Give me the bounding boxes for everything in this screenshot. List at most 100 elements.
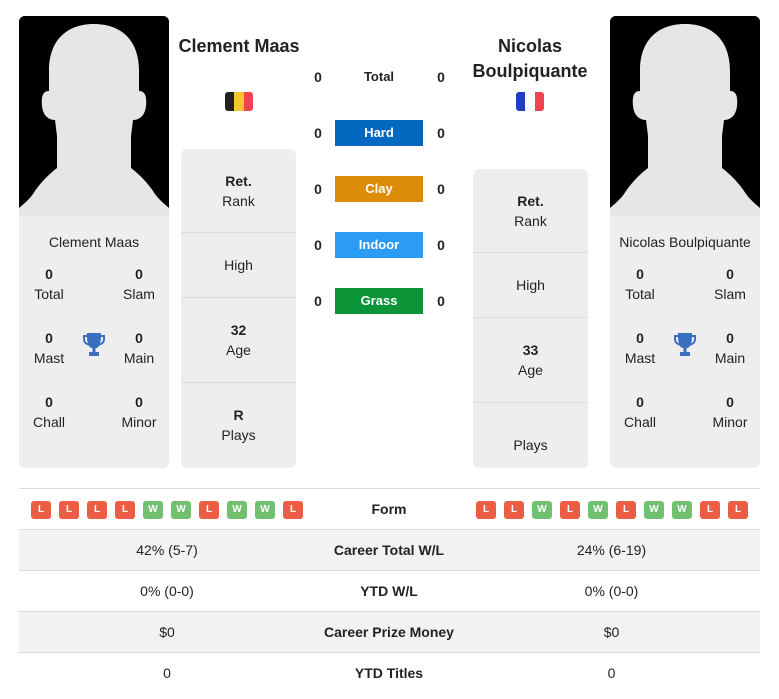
titles-slam-left: 0 Slam [123, 266, 155, 302]
age-cell-right: 33 Age [473, 318, 588, 403]
titles-grid-right: 0 Total 0 Slam 0 Mast 0 Main 0 Chall 0 Minor [610, 264, 760, 464]
form-badge-win[interactable]: W [532, 501, 552, 519]
player-photo-left [19, 16, 169, 216]
rank-cell-right: Ret. Rank [473, 169, 588, 253]
h2h-left-value: 0 [314, 125, 322, 141]
stat-left-value: 42% (5-7) [136, 542, 198, 558]
form-badge-loss[interactable]: L [87, 501, 107, 519]
h2h-right-value: 0 [437, 125, 445, 141]
player-card-left: Clement Maas 0 Total 0 Slam 0 Mast 0 Main 0C… [19, 16, 169, 468]
h2h-row-hard: 0 Hard 0 [300, 120, 460, 146]
form-badge-loss[interactable]: L [700, 501, 720, 519]
stats-table: LLLLWWLWWL Form LLWLWLWWLL 42% (5-7) Car… [19, 488, 760, 693]
h2h-row-clay: 0 Clay 0 [300, 176, 460, 202]
stat-row-ytd-wl: 0% (0-0) YTD W/L 0% (0-0) [19, 570, 760, 611]
high-cell-right: High [473, 253, 588, 318]
form-badge-loss[interactable]: L [476, 501, 496, 519]
stat-right-value: 24% (6-19) [576, 542, 647, 558]
form-badge-loss[interactable]: L [283, 501, 303, 519]
stat-row-career-total-wl: 42% (5-7) Career Total W/L 24% (6-19) [19, 529, 760, 570]
france-flag-icon [516, 92, 544, 111]
stat-right-value: 0 [607, 665, 616, 681]
h2h-row-total: 0 Total 0 [300, 64, 460, 90]
titles-total-right: 0 Total [625, 266, 655, 302]
plays-cell-left: R Plays [221, 407, 256, 443]
h2h-right-value: 0 [437, 181, 445, 197]
stat-left-value: 0% (0-0) [140, 583, 194, 599]
flag-stripe [525, 92, 535, 111]
plays-cell-right: Plays [513, 437, 548, 453]
surface-badge-indoor[interactable]: Indoor [335, 232, 423, 258]
h2h-row-indoor: 0 Indoor 0 [300, 232, 460, 258]
player-name-left[interactable]: Clement Maas [174, 34, 304, 59]
flag-stripe [534, 92, 544, 111]
trophy-icon [83, 333, 105, 356]
h2h-row-grass: 0 Grass 0 [300, 288, 460, 314]
form-badges-left: LLLLWWLWWL [31, 501, 303, 519]
form-badge-win[interactable]: W [227, 501, 247, 519]
titles-total-left: 0 Total [34, 266, 64, 302]
stat-row-ytd-titles: 0 YTD Titles 0 [19, 652, 760, 693]
stat-label: YTD W/L [360, 583, 418, 599]
form-badge-win[interactable]: W [644, 501, 664, 519]
form-badge-loss[interactable]: L [728, 501, 748, 519]
titles-grid-left: 0 Total 0 Slam 0 Mast 0 Main 0 Chall 0 Minor [19, 264, 169, 464]
titles-mast-right: 0 Mast [624, 330, 656, 366]
form-row: LLLLWWLWWL Form LLWLWLWWLL [19, 488, 760, 529]
titles-main-left: 0 Main [123, 330, 155, 366]
avatar-silhouette-icon [610, 16, 760, 216]
stat-right-value: $0 [603, 624, 620, 640]
form-label: Form [371, 501, 407, 517]
h2h-right-value: 0 [437, 293, 445, 309]
h2h-left-value: 0 [314, 237, 322, 253]
avatar-silhouette-icon [19, 16, 169, 216]
info-column-right: Ret. Rank High 33 Age Plays [473, 169, 588, 468]
stat-row-career-prize-money: $0 Career Prize Money $0 [19, 611, 760, 652]
form-badge-win[interactable]: W [588, 501, 608, 519]
form-badge-loss[interactable]: L [115, 501, 135, 519]
h2h-right-value: 0 [437, 237, 445, 253]
h2h-left-value: 0 [314, 181, 322, 197]
player-card-name-left: Clement Maas [48, 234, 140, 250]
form-badge-win[interactable]: W [171, 501, 191, 519]
player-card-right: Nicolas Boulpiquante 0 Total 0 Slam 0 Mast … [610, 16, 760, 468]
rank-cell-left: Ret. Rank [181, 149, 296, 233]
h2h-left-value: 0 [314, 293, 322, 309]
titles-minor-right: 0 Minor [712, 394, 748, 430]
titles-chall-right: 0 Chall [624, 394, 656, 430]
h2h-left-value: 0 [314, 69, 322, 85]
titles-main-right: 0 Main [714, 330, 746, 366]
form-badge-win[interactable]: W [143, 501, 163, 519]
form-badge-loss[interactable]: L [504, 501, 524, 519]
player-photo-right [610, 16, 760, 216]
player-card-name-right: Nicolas Boulpiquante [619, 234, 751, 250]
stat-left-value: 0 [163, 665, 171, 681]
form-badge-loss[interactable]: L [31, 501, 51, 519]
stat-left-value: $0 [159, 624, 175, 640]
flag-stripe [516, 92, 526, 111]
flag-stripe [243, 92, 253, 111]
stat-label: YTD Titles [354, 665, 424, 681]
belgium-flag-icon [225, 92, 253, 111]
stat-label: Career Prize Money [324, 624, 454, 640]
flag-stripe [225, 92, 235, 111]
form-badge-loss[interactable]: L [59, 501, 79, 519]
h2h-right-value: 0 [437, 69, 445, 85]
titles-slam-right: 0 Slam [714, 266, 746, 302]
player-name-right[interactable]: Nicolas Boulpiquante [465, 34, 595, 84]
high-cell-left: High [181, 233, 296, 298]
form-badge-loss[interactable]: L [616, 501, 636, 519]
form-badge-win[interactable]: W [672, 501, 692, 519]
surface-badge-grass[interactable]: Grass [335, 288, 423, 314]
form-badges-right: LLWLWLWWLL [476, 501, 748, 519]
form-badge-loss[interactable]: L [199, 501, 219, 519]
surface-badge-hard[interactable]: Hard [335, 120, 423, 146]
surface-badge-clay[interactable]: Clay [335, 176, 423, 202]
form-badge-loss[interactable]: L [560, 501, 580, 519]
form-badge-win[interactable]: W [255, 501, 275, 519]
age-cell-left: 32 Age [181, 298, 296, 383]
stat-label: Career Total W/L [333, 542, 445, 558]
flag-stripe [234, 92, 244, 111]
titles-mast-left: 0 Mast [33, 330, 65, 366]
surface-label-total: Total [363, 69, 395, 84]
